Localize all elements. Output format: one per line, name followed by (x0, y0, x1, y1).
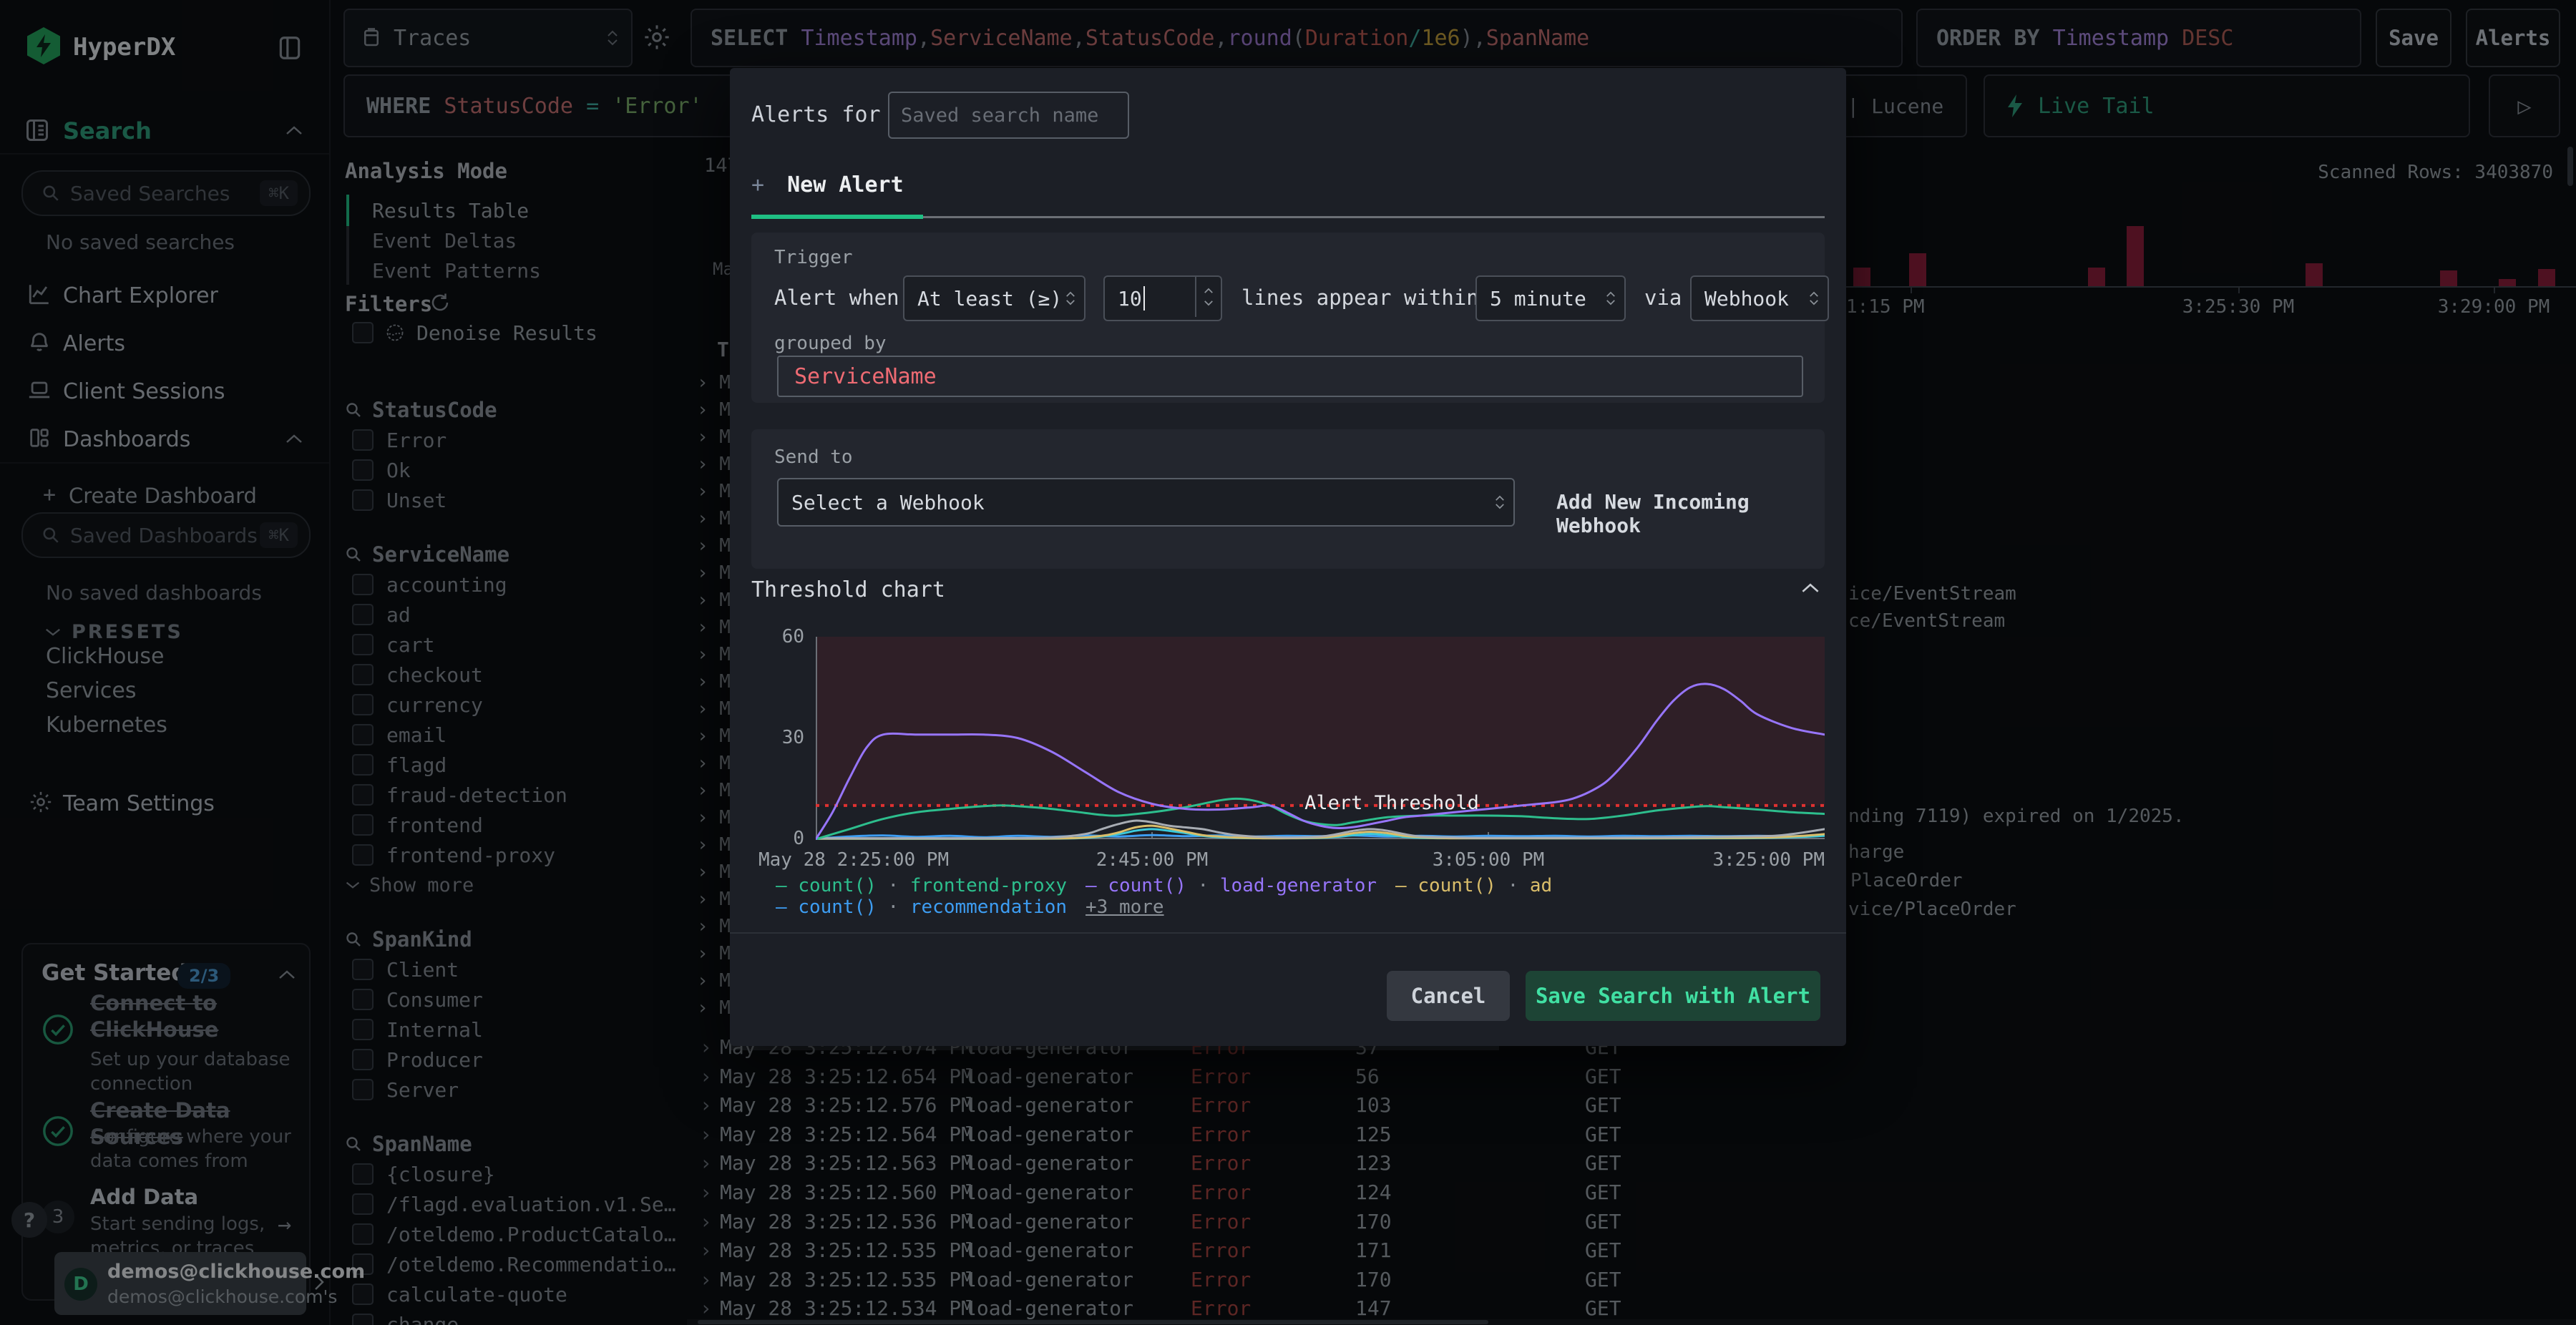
x-tick-2: 3:05:00 PM (1432, 849, 1545, 871)
threshold-line-label: Alert Threshold (1304, 792, 1479, 814)
tab-underline-active (751, 215, 923, 219)
modal-footer-divider (730, 932, 1846, 934)
legend-fn: count() (798, 875, 877, 896)
trigger-section: Trigger Alert when At least (≥) 10 lines… (751, 233, 1829, 403)
window-select-value: 5 minute (1490, 286, 1586, 311)
legend-item-recommendation[interactable]: — count() · recommendation (776, 896, 1067, 918)
threshold-number-input[interactable]: 10 (1103, 275, 1222, 321)
legend-series-name: ad (1529, 875, 1553, 896)
add-webhook-button[interactable]: Add New Incoming Webhook (1556, 490, 1825, 537)
alerts-modal: Alerts for Saved search name + New Alert… (730, 68, 1846, 1046)
chart-legend: — count() · frontend-proxy — count() · lo… (776, 875, 1806, 918)
y-tick-60: 60 (781, 626, 804, 647)
via-label: via (1644, 285, 1682, 310)
saved-search-name-placeholder: Saved search name (901, 104, 1099, 127)
legend-series-name: load-generator (1219, 875, 1377, 896)
grouped-by-label: grouped by (774, 333, 887, 354)
x-tick-3: 3:25:00 PM (1712, 849, 1825, 871)
legend-series-name: frontend-proxy (909, 875, 1068, 896)
collapse-chevron-icon[interactable] (1800, 582, 1820, 594)
tab-new-alert[interactable]: + New Alert (751, 172, 904, 197)
legend-fn: count() (1418, 875, 1496, 896)
number-spinner[interactable] (1195, 277, 1221, 317)
chevron-updown-icon (1809, 291, 1819, 305)
send-to-section: Send to Select a Webhook Add New Incomin… (751, 429, 1825, 569)
legend-fn: count() (1108, 875, 1186, 896)
above-threshold-region (816, 637, 1825, 806)
save-search-alert-button[interactable]: Save Search with Alert (1526, 971, 1820, 1021)
chevron-updown-icon (1606, 291, 1616, 305)
text-caret (1143, 286, 1145, 311)
trigger-label: Trigger (774, 247, 853, 268)
chevron-updown-icon (1495, 495, 1505, 509)
chevron-updown-icon (1065, 291, 1075, 305)
x-tick-0: May 28 2:25:00 PM (758, 849, 950, 871)
legend-dot: · (876, 875, 910, 896)
grouped-by-value: ServiceName (794, 363, 937, 389)
threshold-number-value: 10 (1118, 286, 1142, 311)
legend-dash: — (1085, 875, 1108, 896)
condition-select-value: At least (≥) (917, 286, 1063, 311)
legend-more-link[interactable]: +3 more (1085, 896, 1164, 918)
legend-dot: · (1186, 875, 1220, 896)
legend-fn: count() (798, 896, 877, 918)
cancel-button[interactable]: Cancel (1387, 971, 1510, 1021)
x-tick-1: 2:45:00 PM (1096, 849, 1209, 871)
channel-select-value: Webhook (1704, 286, 1790, 311)
legend-dash: — (776, 896, 799, 918)
y-tick-30: 30 (781, 727, 804, 748)
legend-series-name: recommendation (909, 896, 1068, 918)
threshold-chart-title: Threshold chart (751, 577, 945, 602)
tab-new-alert-label: New Alert (787, 172, 904, 197)
condition-select[interactable]: At least (≥) (903, 275, 1085, 321)
legend-dash: — (1395, 875, 1418, 896)
legend-item-ad[interactable]: — count() · ad (1395, 875, 1552, 896)
webhook-select-value: Select a Webhook (791, 490, 985, 514)
lines-within-label: lines appear within (1241, 285, 1479, 310)
legend-item-load-generator[interactable]: — count() · load-generator (1085, 875, 1377, 896)
plus-icon: + (751, 172, 765, 197)
app-root: HyperDX Traces SELECT Timestamp,ServiceN… (0, 0, 2576, 1325)
legend-dot: · (876, 896, 910, 918)
legend-dot: · (1496, 875, 1530, 896)
webhook-select[interactable]: Select a Webhook (777, 478, 1515, 527)
saved-search-name-input[interactable]: Saved search name (888, 92, 1129, 139)
window-select[interactable]: 5 minute (1475, 275, 1626, 321)
modal-title: Alerts for (751, 102, 881, 127)
grouped-by-input[interactable]: ServiceName (777, 356, 1803, 397)
y-tick-0: 0 (793, 828, 804, 849)
legend-dash: — (776, 875, 799, 896)
legend-item-frontend-proxy[interactable]: — count() · frontend-proxy (776, 875, 1067, 896)
channel-select[interactable]: Webhook (1690, 275, 1829, 321)
alert-when-label: Alert when (774, 285, 899, 310)
send-to-label: Send to (774, 446, 853, 468)
